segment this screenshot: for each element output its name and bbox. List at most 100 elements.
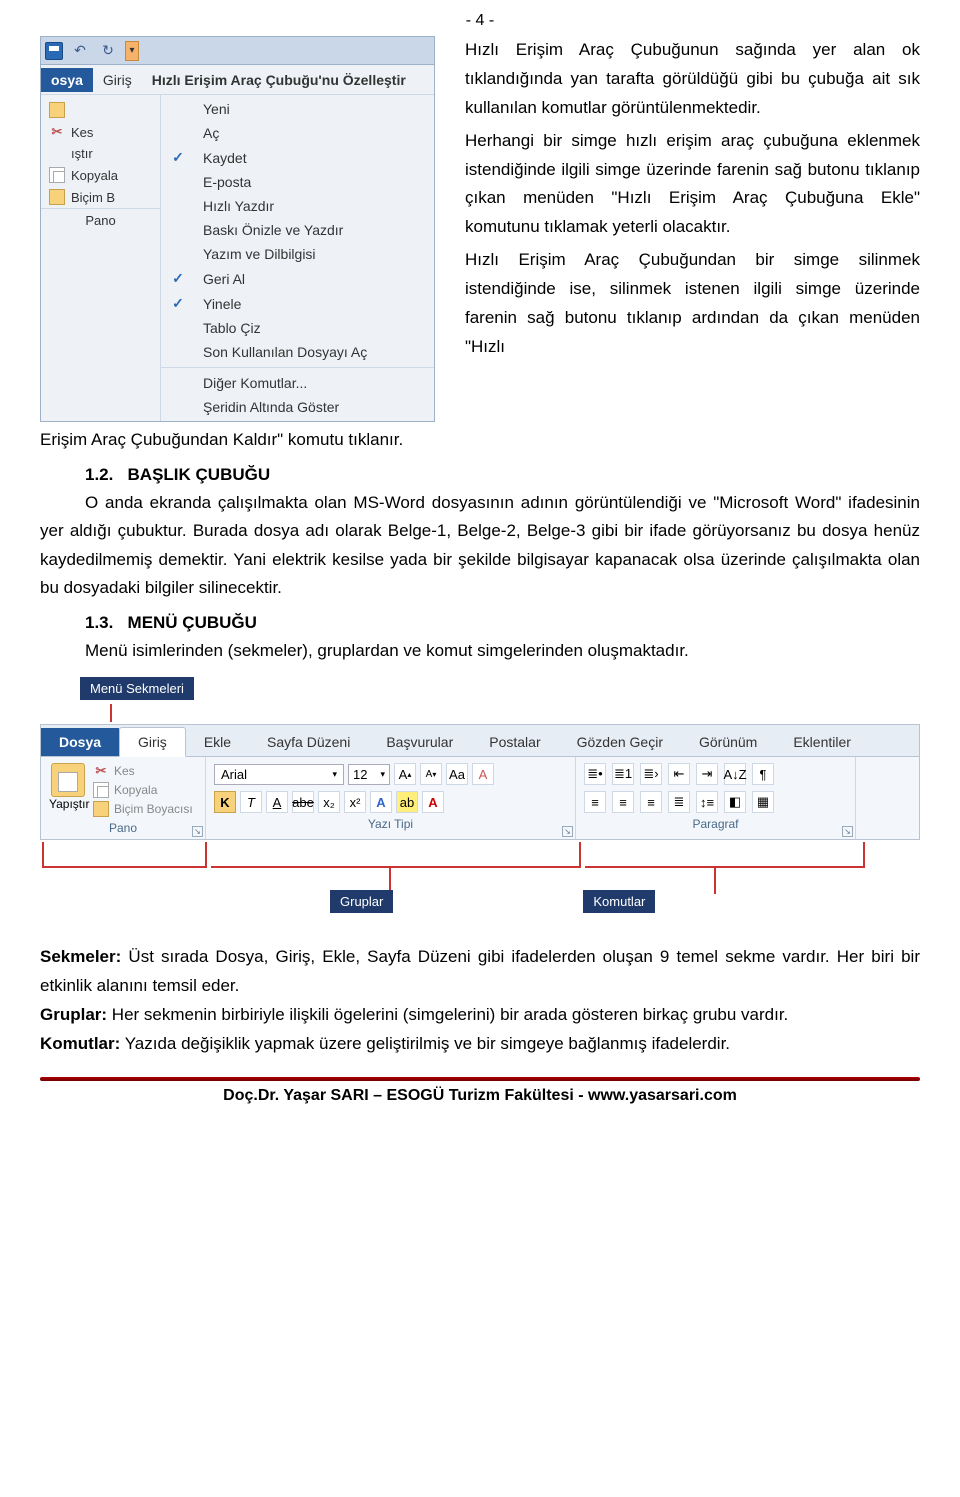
tab-file[interactable]: osya <box>41 68 93 92</box>
group-name-pano: Pano <box>49 817 197 835</box>
dialog-launcher-icon[interactable]: ↘ <box>192 826 203 837</box>
grow-font-icon[interactable]: A▴ <box>394 763 416 785</box>
undo-icon[interactable]: ↶ <box>69 41 91 61</box>
page-footer: Doç.Dr. Yaşar SARI – ESOGÜ Turizm Fakült… <box>40 1087 920 1105</box>
numbering-icon[interactable]: ≣1 <box>612 763 634 785</box>
format-painter-icon[interactable] <box>93 801 109 817</box>
save-icon[interactable] <box>45 42 63 60</box>
tab-review[interactable]: Gözden Geçir <box>559 728 681 756</box>
format-painter-label: Biçim Boyacısı <box>114 802 193 816</box>
underline-button[interactable]: A <box>266 791 288 813</box>
paragraph-2: Herhangi bir simge hızlı erişim araç çub… <box>465 127 920 243</box>
paste-icon[interactable] <box>49 102 65 118</box>
clear-format-icon[interactable]: A <box>472 763 494 785</box>
tab-file[interactable]: Dosya <box>41 728 119 756</box>
pilcrow-icon[interactable]: ¶ <box>752 763 774 785</box>
group-name-paragraph: Paragraf <box>584 813 847 831</box>
sort-icon[interactable]: A↓Z <box>724 763 746 785</box>
menu-spell[interactable]: Yazım ve Dilbilgisi <box>161 242 434 266</box>
figure-qat-customize: ↶ ↻ ▾ osya Giriş Hızlı Erişim Araç Çubuğ… <box>40 36 435 422</box>
connector-line <box>110 704 112 722</box>
menu-new[interactable]: Yeni <box>161 97 434 121</box>
paste-label: Yapıştır <box>49 797 87 811</box>
menu-preview[interactable]: Baskı Önizle ve Yazdır <box>161 218 434 242</box>
dialog-launcher-icon[interactable]: ↘ <box>562 826 573 837</box>
superscript-button[interactable]: x² <box>344 791 366 813</box>
font-color-button[interactable]: A <box>422 791 444 813</box>
tab-references[interactable]: Başvurular <box>368 728 471 756</box>
menu-recent[interactable]: Son Kullanılan Dosyayı Aç <box>161 340 434 364</box>
menu-undo[interactable]: ✓Geri Al <box>161 266 434 291</box>
paste-label-row: ıştır <box>41 143 160 164</box>
qat-dropdown-icon[interactable]: ▾ <box>125 41 139 61</box>
cut-icon[interactable]: ✂ <box>93 763 109 779</box>
menu-more[interactable]: Diğer Komutlar... <box>161 371 434 395</box>
group-brackets <box>40 842 920 868</box>
format-painter-icon[interactable] <box>49 189 65 205</box>
paragraph-1-2: O anda ekranda çalışılmakta olan MS-Word… <box>40 489 920 603</box>
paragraph-3b: Erişim Araç Çubuğundan Kaldır" komutu tı… <box>40 426 920 455</box>
italic-button[interactable]: T <box>240 791 262 813</box>
tab-insert[interactable]: Ekle <box>186 728 249 756</box>
heading-1-3: 1.3. MENÜ ÇUBUĞU <box>85 613 920 633</box>
paragraph-komutlar: Komutlar: Yazıda değişiklik yapmak üzere… <box>40 1030 920 1059</box>
paragraph-sekmeler: Sekmeler: Üst sırada Dosya, Giriş, Ekle,… <box>40 943 920 1001</box>
group-paragraph: ≣• ≣1 ≣› ⇤ ⇥ A↓Z ¶ ≡ ≡ ≡ ≣ ↕≡ ◧ ▦ <box>576 757 856 839</box>
shrink-font-icon[interactable]: A▾ <box>420 763 442 785</box>
tab-home[interactable]: Giriş <box>93 68 142 92</box>
indent-icon[interactable]: ⇥ <box>696 763 718 785</box>
multilevel-icon[interactable]: ≣› <box>640 763 662 785</box>
menu-table[interactable]: Tablo Çiz <box>161 316 434 340</box>
copy-icon[interactable] <box>49 167 65 183</box>
bullets-icon[interactable]: ≣• <box>584 763 606 785</box>
paragraph-3a: Hızlı Erişim Araç Çubuğundan bir simge s… <box>465 246 920 362</box>
redo-icon[interactable]: ↻ <box>97 41 119 61</box>
tab-view[interactable]: Görünüm <box>681 728 775 756</box>
font-name-select[interactable]: Arial▾ <box>214 764 344 785</box>
tab-addins[interactable]: Eklentiler <box>775 728 869 756</box>
footer-divider <box>40 1077 920 1081</box>
highlight-button[interactable]: ab <box>396 791 418 813</box>
paragraph-1-3: Menü isimlerinden (sekmeler), gruplardan… <box>40 637 920 666</box>
copy-icon[interactable] <box>93 782 109 798</box>
menu-below[interactable]: Şeridin Altında Göster <box>161 395 434 419</box>
page-number: - 4 - <box>40 12 920 30</box>
menu-email[interactable]: E-posta <box>161 170 434 194</box>
paste-icon[interactable] <box>51 763 85 797</box>
group-clipboard: Yapıştır ✂Kes Kopyala Biçim Boyacısı Pan… <box>41 757 206 839</box>
menu-quickprint[interactable]: Hızlı Yazdır <box>161 194 434 218</box>
group-name-font: Yazı Tipi <box>214 813 567 831</box>
tab-home[interactable]: Giriş <box>119 727 186 757</box>
format-label: Biçim B <box>71 190 115 205</box>
borders-icon[interactable]: ▦ <box>752 791 774 813</box>
body-right-column: Hızlı Erişim Araç Çubuğunun sağında yer … <box>465 36 920 362</box>
strike-button[interactable]: abe <box>292 791 314 813</box>
align-left-icon[interactable]: ≡ <box>584 791 606 813</box>
dialog-launcher-icon[interactable]: ↘ <box>842 826 853 837</box>
line-spacing-icon[interactable]: ↕≡ <box>696 791 718 813</box>
cut-icon[interactable]: ✂ <box>49 124 65 140</box>
menu-open[interactable]: Aç <box>161 121 434 145</box>
change-case-icon[interactable]: Aa <box>446 763 468 785</box>
menu-redo[interactable]: ✓Yinele <box>161 291 434 316</box>
customize-title: Hızlı Erişim Araç Çubuğu'nu Özelleştir <box>142 68 416 92</box>
paragraph-gruplar: Gruplar: Her sekmenin birbiriyle ilişkil… <box>40 1001 920 1030</box>
bold-button[interactable]: K <box>214 791 236 813</box>
paragraph-1: Hızlı Erişim Araç Çubuğunun sağında yer … <box>465 36 920 123</box>
text-effects-icon[interactable]: A <box>370 791 392 813</box>
align-right-icon[interactable]: ≡ <box>640 791 662 813</box>
tab-mailings[interactable]: Postalar <box>471 728 558 756</box>
shading-icon[interactable]: ◧ <box>724 791 746 813</box>
justify-icon[interactable]: ≣ <box>668 791 690 813</box>
align-center-icon[interactable]: ≡ <box>612 791 634 813</box>
figure-ribbon: Dosya Giriş Ekle Sayfa Düzeni Başvurular… <box>40 724 920 840</box>
outdent-icon[interactable]: ⇤ <box>668 763 690 785</box>
qat-bar: ↶ ↻ ▾ <box>41 37 434 65</box>
subscript-button[interactable]: x₂ <box>318 791 340 813</box>
copy-label: Kopyala <box>71 168 118 183</box>
menu-save[interactable]: ✓Kaydet <box>161 145 434 170</box>
group-font: Arial▾ 12▾ A▴ A▾ Aa A K T A abe x₂ x² A … <box>206 757 576 839</box>
tab-layout[interactable]: Sayfa Düzeni <box>249 728 368 756</box>
ribbon-tabs: Dosya Giriş Ekle Sayfa Düzeni Başvurular… <box>41 725 919 757</box>
font-size-select[interactable]: 12▾ <box>348 764 390 785</box>
